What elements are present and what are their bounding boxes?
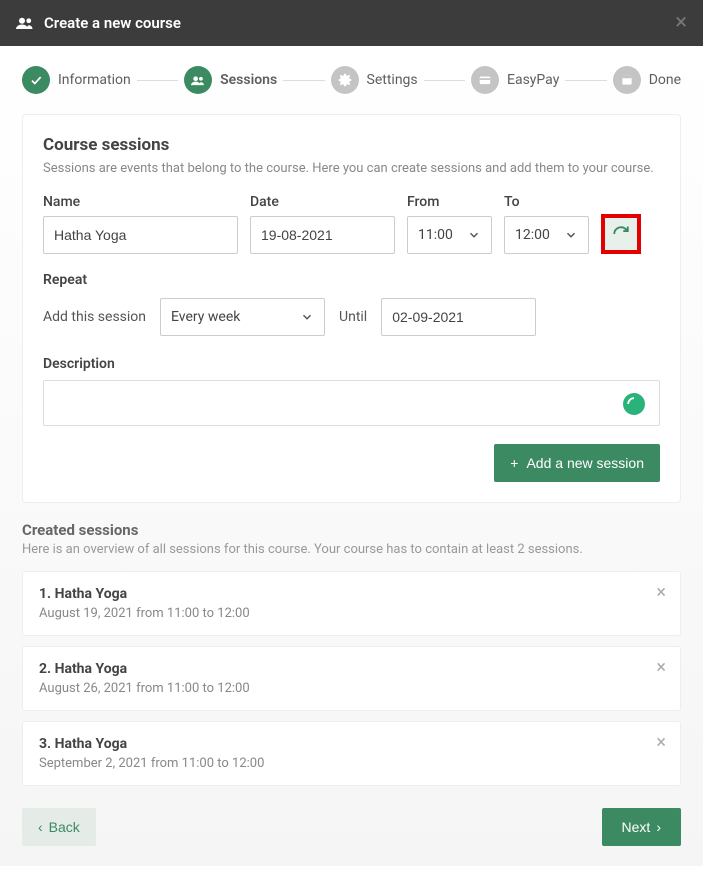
next-label: Next xyxy=(622,819,651,835)
name-field: Name xyxy=(43,194,238,254)
back-button[interactable]: ‹ Back xyxy=(22,808,96,846)
next-button[interactable]: Next › xyxy=(602,808,681,846)
to-select[interactable]: 12:00 xyxy=(504,216,589,254)
from-value: 11:00 xyxy=(418,227,453,243)
spinner-icon xyxy=(623,393,645,415)
name-label: Name xyxy=(43,194,238,210)
card-icon xyxy=(471,66,499,94)
step-sessions[interactable]: Sessions xyxy=(184,66,277,94)
session-detail: August 26, 2021 from 11:00 to 12:00 xyxy=(39,681,664,696)
from-field: From 11:00 xyxy=(407,194,492,254)
created-sessions-block: Created sessions Here is an overview of … xyxy=(22,521,681,786)
step-settings[interactable]: Settings xyxy=(331,66,418,94)
chevron-down-icon xyxy=(467,228,481,242)
session-item: 1. Hatha Yoga August 19, 2021 from 11:00… xyxy=(22,571,681,636)
step-done[interactable]: Done xyxy=(613,66,681,94)
until-label: Until xyxy=(339,309,367,325)
chevron-right-icon: › xyxy=(656,819,661,835)
description-textarea[interactable] xyxy=(43,380,660,426)
calendar-icon xyxy=(613,66,641,94)
modal-title: Create a new course xyxy=(44,14,181,32)
sessions-card: Course sessions Sessions are events that… xyxy=(22,114,681,503)
chevron-left-icon: ‹ xyxy=(38,819,43,835)
session-title: 3. Hatha Yoga xyxy=(39,736,664,752)
date-field: Date xyxy=(250,194,395,254)
gear-icon xyxy=(331,66,359,94)
step-label: Done xyxy=(649,72,681,88)
step-label: Sessions xyxy=(220,72,277,88)
from-label: From xyxy=(407,194,492,210)
stepper: Information Sessions Settings EasyPay xyxy=(0,46,703,114)
check-icon xyxy=(22,66,50,94)
session-title: 2. Hatha Yoga xyxy=(39,661,664,677)
add-session-button[interactable]: + Add a new session xyxy=(494,444,660,482)
remove-session-icon[interactable]: × xyxy=(656,732,666,753)
modal-header: Create a new course × xyxy=(0,0,703,46)
frequency-select[interactable]: Every week xyxy=(160,298,325,336)
created-title: Created sessions xyxy=(22,521,681,539)
date-label: Date xyxy=(250,194,395,210)
created-subtitle: Here is an overview of all sessions for … xyxy=(22,542,681,557)
from-select[interactable]: 11:00 xyxy=(407,216,492,254)
plus-icon: + xyxy=(510,455,518,471)
description-label: Description xyxy=(43,356,660,372)
to-label: To xyxy=(504,194,589,210)
step-connector xyxy=(283,80,324,81)
step-information[interactable]: Information xyxy=(22,66,131,94)
to-field: To 12:00 xyxy=(504,194,589,254)
session-title: 1. Hatha Yoga xyxy=(39,586,664,602)
add-session-label: Add a new session xyxy=(526,455,644,471)
name-input[interactable] xyxy=(43,216,238,254)
people-icon xyxy=(184,66,212,94)
chevron-down-icon xyxy=(564,228,578,242)
refresh-button[interactable] xyxy=(610,223,632,245)
remove-session-icon[interactable]: × xyxy=(656,657,666,678)
session-item: 2. Hatha Yoga August 26, 2021 from 11:00… xyxy=(22,646,681,711)
step-connector xyxy=(424,80,465,81)
card-title: Course sessions xyxy=(43,135,660,155)
step-connector xyxy=(565,80,606,81)
remove-session-icon[interactable]: × xyxy=(656,582,666,603)
step-easypay[interactable]: EasyPay xyxy=(471,66,559,94)
to-value: 12:00 xyxy=(515,227,550,243)
people-icon xyxy=(16,16,34,30)
frequency-value: Every week xyxy=(171,309,240,325)
footer-row: ‹ Back Next › xyxy=(22,808,681,846)
session-detail: August 19, 2021 from 11:00 to 12:00 xyxy=(39,606,664,621)
chevron-down-icon xyxy=(300,310,314,324)
session-item: 3. Hatha Yoga September 2, 2021 from 11:… xyxy=(22,721,681,786)
back-label: Back xyxy=(49,819,80,835)
session-detail: September 2, 2021 from 11:00 to 12:00 xyxy=(39,756,664,771)
step-label: Settings xyxy=(367,72,418,88)
add-this-session-label: Add this session xyxy=(43,309,146,325)
step-label: Information xyxy=(58,72,131,88)
until-input[interactable] xyxy=(381,298,536,336)
step-label: EasyPay xyxy=(507,72,559,88)
repeat-label: Repeat xyxy=(43,272,660,288)
card-subtitle: Sessions are events that belong to the c… xyxy=(43,161,660,176)
modal-body: Information Sessions Settings EasyPay xyxy=(0,46,703,866)
repeat-row: Add this session Every week Until xyxy=(43,298,660,336)
header-left: Create a new course xyxy=(16,14,181,32)
date-input[interactable] xyxy=(250,216,395,254)
close-icon[interactable]: × xyxy=(675,12,687,34)
refresh-highlight xyxy=(601,214,641,254)
session-inputs-row: Name Date From 11:00 To 12:00 xyxy=(43,194,660,254)
step-connector xyxy=(137,80,178,81)
